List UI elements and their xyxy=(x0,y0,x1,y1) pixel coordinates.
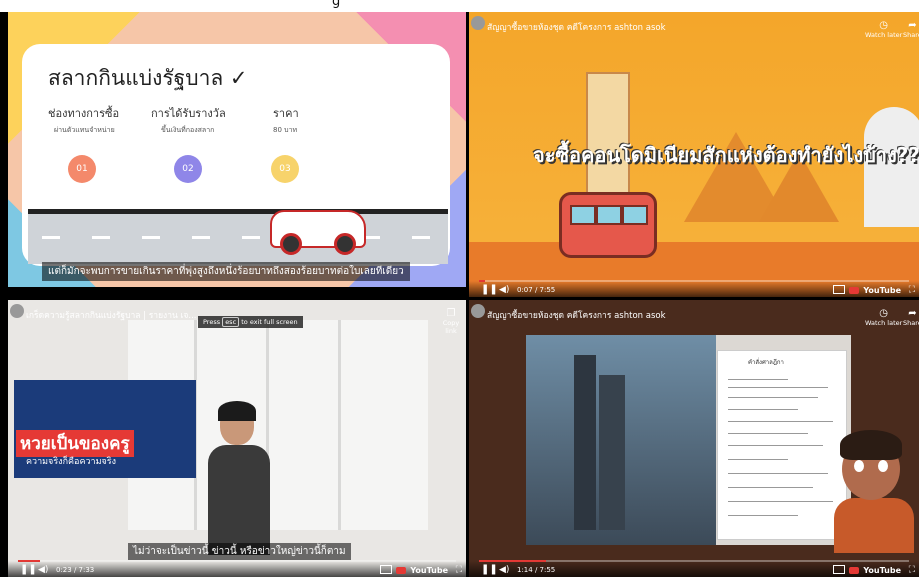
fullscreen-icon[interactable]: ⛶ xyxy=(909,565,915,575)
player-controls: ❚❚ ◀) 1:14 / 7:55 YouTube ⛶ xyxy=(469,561,919,577)
share-icon: ➦ xyxy=(908,20,917,31)
share-button[interactable]: ➦Share xyxy=(903,308,919,327)
watch-later-button[interactable]: ◷ Watch later xyxy=(865,20,902,39)
slide-caption: แต่ก็มักจะพบการขายเกินราคาที่พุ่งสูงถึงห… xyxy=(42,262,410,281)
court-document: คำสั่งศาลฎีกา xyxy=(717,350,847,540)
fullscreen-icon[interactable]: ⛶ xyxy=(909,285,915,295)
document-title: คำสั่งศาลฎีกา xyxy=(748,359,784,366)
clock-icon: ◷ xyxy=(879,20,889,31)
news-thumbnail: หวยเป็นของครู ความจริงก็คือความจริง xyxy=(14,380,196,478)
video-ashton-asok-panel[interactable]: คำสั่งศาลฎีกา สัญญาซื้อขายห้องชุด คดีโคร… xyxy=(469,300,919,577)
youtube-link[interactable]: YouTube xyxy=(410,566,448,575)
road-illustration xyxy=(28,209,448,264)
player-controls: ❚❚ ◀) 0:23 / 7:33 YouTube ⛶ xyxy=(8,561,466,577)
car-illustration xyxy=(270,210,366,255)
column-label-reward: การได้รับรางวัล xyxy=(151,107,226,120)
slide-lottery-panel[interactable]: สลากกินแบ่งรัฐบาล ✓ ช่องทางการซื้อ การได… xyxy=(8,12,466,287)
news-subline: ความจริงก็คือความจริง xyxy=(26,457,116,467)
subtitles-icon[interactable] xyxy=(833,285,845,294)
copy-icon: ❐ xyxy=(446,308,456,319)
watch-later-button[interactable]: ◷ Watch later xyxy=(865,308,902,327)
share-button[interactable]: ➦Share xyxy=(903,20,919,39)
subtitles-icon[interactable] xyxy=(380,565,392,574)
video-title-link[interactable]: สัญญาซื้อขายห้องชุด คดีโครงการ ashton as… xyxy=(487,308,666,322)
channel-avatar[interactable] xyxy=(10,304,24,318)
subtitles-icon[interactable] xyxy=(833,565,845,574)
volume-icon[interactable]: ◀) xyxy=(499,285,509,295)
window-title: g xyxy=(332,0,341,9)
pause-icon[interactable]: ❚❚ xyxy=(20,564,37,575)
youtube-logo-icon xyxy=(396,567,406,574)
video-title-link[interactable]: สัญญาซื้อขายห้องชุด คดีโครงการ ashton as… xyxy=(487,20,666,34)
pin-marker-2: 02 xyxy=(174,155,202,183)
pin-marker-1: 01 xyxy=(68,155,96,183)
video-lottery-news-panel[interactable]: หวยเป็นของครู ความจริงก็คือความจริง ไม่ว… xyxy=(8,300,466,577)
van-illustration xyxy=(559,192,657,258)
esc-key: esc xyxy=(222,317,240,327)
column-sub-price: 80 บาท xyxy=(273,126,298,134)
slide-title: สลากกินแบ่งรัฐบาล ✓ xyxy=(48,66,248,90)
tower-block-2 xyxy=(599,375,625,530)
presenter xyxy=(208,401,270,555)
time-display: 0:23 / 7:33 xyxy=(56,566,95,574)
youtube-link[interactable]: YouTube xyxy=(863,286,901,295)
channel-avatar[interactable] xyxy=(471,304,485,318)
top-title-strip: g xyxy=(0,0,919,12)
volume-icon[interactable]: ◀) xyxy=(38,565,48,575)
exit-fullscreen-hint: Press esc to exit full screen xyxy=(198,316,303,328)
volume-icon[interactable]: ◀) xyxy=(499,565,509,575)
channel-avatar[interactable] xyxy=(471,16,485,30)
clock-icon: ◷ xyxy=(879,308,889,319)
youtube-logo-icon xyxy=(849,567,859,574)
pause-icon[interactable]: ❚❚ xyxy=(481,284,498,295)
tower-block xyxy=(574,355,596,530)
column-sub-channel: ผ่านตัวแทนจำหน่าย xyxy=(54,126,115,134)
column-label-price: ราคา xyxy=(273,107,299,120)
column-label-channel: ช่องทางการซื้อ xyxy=(48,107,120,120)
news-headline: หวยเป็นของครู xyxy=(16,430,134,457)
column-sub-reward: ขึ้นเงินที่กองสลาก xyxy=(161,126,215,134)
video-title-link[interactable]: เกร็ดความรู้สลากกินแบ่งรัฐบาล | รายงาน เ… xyxy=(26,308,196,322)
copy-link-button[interactable]: ❐ Copy link xyxy=(436,308,466,335)
youtube-link[interactable]: YouTube xyxy=(863,566,901,575)
fullscreen-icon[interactable]: ⛶ xyxy=(456,565,462,575)
cartoon-character xyxy=(834,428,914,553)
youtube-logo-icon xyxy=(849,287,859,294)
pin-marker-3: 03 xyxy=(271,155,299,183)
player-controls: ❚❚ ◀) 0:07 / 7:55 YouTube ⛶ xyxy=(469,281,919,297)
time-display: 0:07 / 7:55 xyxy=(517,286,556,294)
share-icon: ➦ xyxy=(908,308,917,319)
video-condo-panel[interactable]: จะซื้อคอนโดมิเนียมสักแห่งต้องทำยังไงบ้าง… xyxy=(469,12,919,297)
pause-icon[interactable]: ❚❚ xyxy=(481,564,498,575)
video-headline: จะซื้อคอนโดมิเนียมสักแห่งต้องทำยังไงบ้าง… xyxy=(533,143,919,167)
time-display: 1:14 / 7:55 xyxy=(517,566,556,574)
video-caption: ไม่ว่าจะเป็นข่าวนี้ ข่าวนี้ หรือข่าวใหญ่… xyxy=(128,543,351,560)
